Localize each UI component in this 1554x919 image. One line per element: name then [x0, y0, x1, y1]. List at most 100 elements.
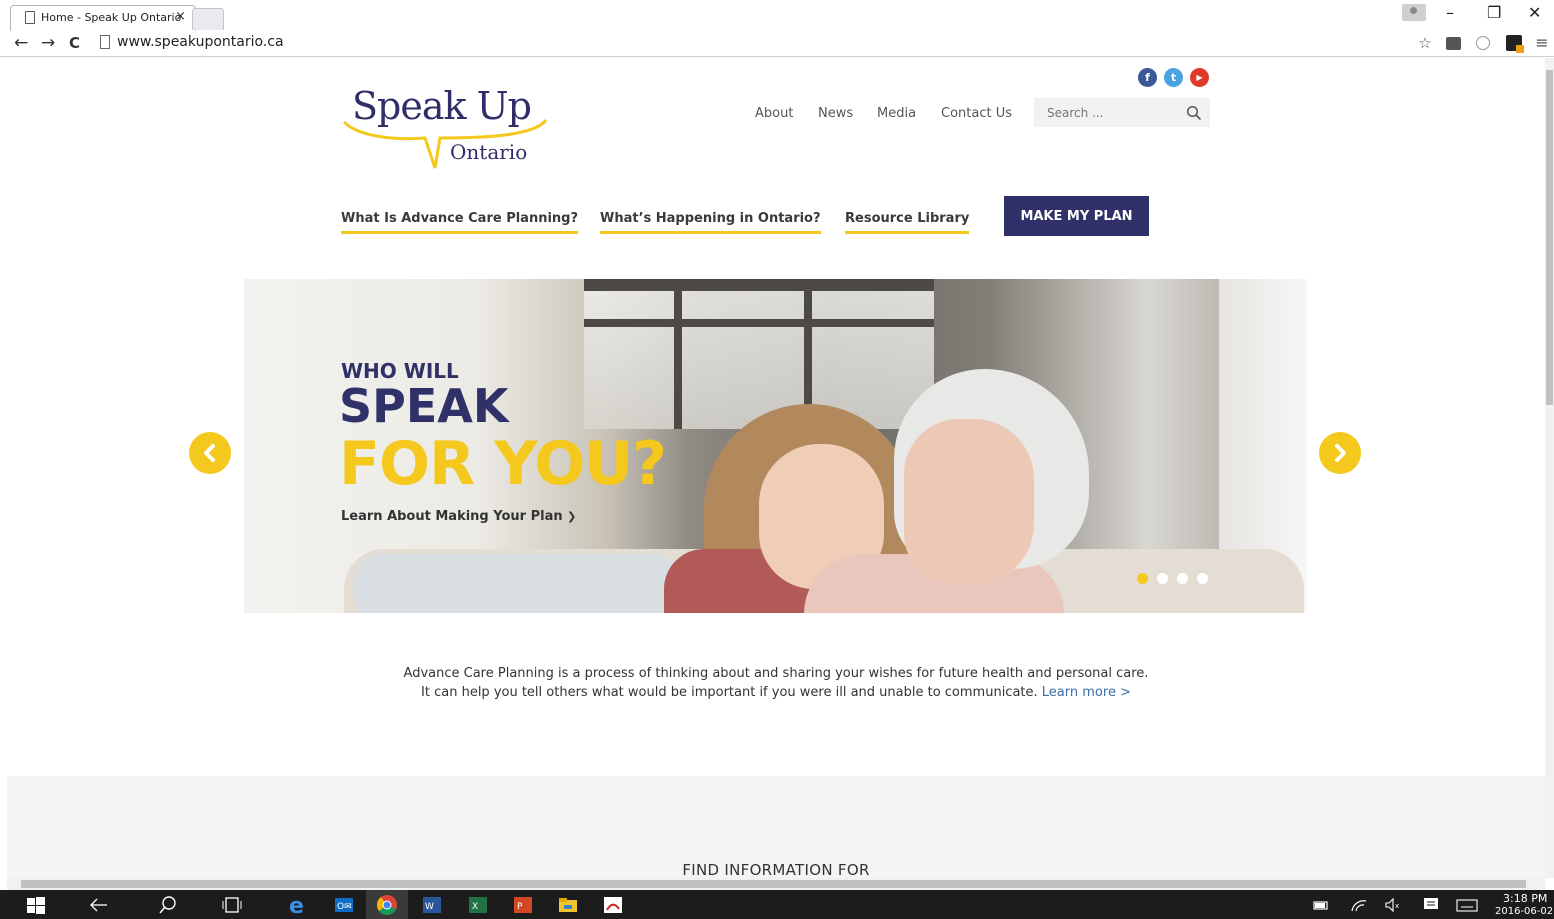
svg-text:W: W — [425, 902, 434, 912]
search-icon[interactable] — [1186, 105, 1202, 121]
facebook-glyph: f — [1145, 71, 1150, 84]
browser-tab-active[interactable]: Home - Speak Up Ontario × — [10, 5, 196, 31]
forward-button[interactable]: → — [41, 33, 55, 53]
vertical-scrollbar[interactable] — [1545, 58, 1554, 878]
file-explorer-icon[interactable] — [556, 893, 580, 917]
carousel-dot-1[interactable] — [1137, 573, 1148, 584]
powerpoint-icon[interactable]: P — [511, 893, 535, 917]
browser-menu-icon[interactable]: ≡ — [1533, 34, 1551, 52]
word-icon[interactable]: W — [420, 893, 444, 917]
user-profile-icon[interactable] — [1402, 4, 1426, 21]
chevron-right-icon: ❯ — [567, 510, 577, 523]
nav-what-is-acp[interactable]: What Is Advance Care Planning? — [341, 211, 579, 234]
search-input[interactable] — [1034, 98, 1184, 127]
intro-text: Advance Care Planning is a process of th… — [7, 664, 1545, 702]
twitter-icon[interactable]: t — [1164, 68, 1183, 87]
logo-line2: Ontario — [450, 140, 528, 164]
search-icon[interactable] — [156, 893, 180, 917]
hero-learn-link[interactable]: Learn About Making Your Plan ❯ — [341, 509, 576, 524]
nav-whats-happening[interactable]: What’s Happening in Ontario? — [600, 211, 821, 234]
hero-window-bg — [584, 279, 934, 429]
youtube-icon[interactable]: ▶ — [1190, 68, 1209, 87]
hero-window-frame-v1 — [674, 279, 682, 429]
nav-contact-us[interactable]: Contact Us — [941, 106, 1012, 121]
tab-close-button[interactable]: × — [175, 9, 186, 24]
intro-line2: It can help you tell others what would b… — [421, 685, 1038, 700]
search-box — [1034, 98, 1210, 127]
taskbar-date[interactable]: 2016-06-02 — [1495, 906, 1553, 917]
chevron-left-icon — [204, 444, 215, 462]
extension-circle-icon[interactable] — [1476, 36, 1490, 50]
restore-button[interactable]: ❐ — [1487, 3, 1501, 22]
svg-text:X: X — [472, 902, 478, 912]
volume-muted-icon[interactable]: x — [1381, 893, 1405, 917]
intro-line1: Advance Care Planning is a process of th… — [403, 666, 1149, 681]
svg-text:e: e — [289, 894, 304, 917]
make-my-plan-button[interactable]: MAKE MY PLAN — [1004, 196, 1149, 236]
extension-icon[interactable] — [1446, 37, 1461, 50]
new-tab-button[interactable] — [192, 8, 224, 30]
bookmark-star-icon[interactable]: ☆ — [1416, 34, 1434, 52]
carousel-dot-2[interactable] — [1157, 573, 1168, 584]
excel-icon[interactable]: X — [466, 893, 490, 917]
facebook-icon[interactable]: f — [1138, 68, 1157, 87]
hero-carousel: WHO WILL SPEAK FOR YOU? Learn About Maki… — [244, 279, 1307, 613]
hero-window-frame-top — [584, 279, 934, 291]
horizontal-scrollbar[interactable] — [7, 878, 1545, 890]
browser-tabstrip: Home - Speak Up Ontario × – ❐ ✕ — [0, 0, 1554, 31]
hero-headline-line3: FOR YOU? — [339, 429, 667, 499]
chevron-right-icon — [1335, 444, 1346, 462]
windows-taskbar: e O✉ W X P x 3:18 PM 2016-06-02 — [0, 890, 1554, 919]
address-bar[interactable]: www.speakupontario.ca — [95, 32, 1415, 54]
outlook-icon[interactable]: O✉ — [332, 893, 356, 917]
hero-cushion — [354, 554, 684, 613]
keyboard-icon[interactable] — [1455, 893, 1479, 917]
vertical-scroll-thumb[interactable] — [1546, 70, 1553, 405]
reload-button[interactable]: C — [69, 34, 80, 52]
taskbar-time[interactable]: 3:18 PM — [1503, 892, 1547, 905]
acrobat-icon[interactable] — [601, 893, 625, 917]
svg-text:O✉: O✉ — [337, 902, 352, 912]
page-info-icon[interactable] — [100, 35, 110, 49]
back-arrow-icon[interactable] — [87, 893, 111, 917]
battery-icon[interactable] — [1309, 893, 1333, 917]
carousel-dot-4[interactable] — [1197, 573, 1208, 584]
page-icon — [25, 11, 35, 24]
browser-toolbar: ← → C www.speakupontario.ca ☆ ≡ — [0, 31, 1554, 57]
address-url: www.speakupontario.ca — [117, 34, 284, 50]
youtube-glyph: ▶ — [1196, 73, 1203, 82]
horizontal-scroll-thumb[interactable] — [21, 880, 1526, 888]
logo-line1: Speak Up — [352, 84, 532, 128]
svg-text:x: x — [1395, 902, 1399, 910]
nav-resource-library[interactable]: Resource Library — [845, 211, 970, 234]
carousel-next-button[interactable] — [1319, 432, 1361, 474]
back-button[interactable]: ← — [14, 33, 28, 53]
chrome-icon — [377, 895, 397, 915]
hero-learn-link-label: Learn About Making Your Plan — [341, 509, 563, 524]
nav-media[interactable]: Media — [877, 106, 916, 121]
nav-about[interactable]: About — [755, 106, 793, 121]
wifi-icon[interactable] — [1347, 893, 1371, 917]
hero-window-frame-mid — [584, 319, 934, 327]
action-center-icon[interactable] — [1419, 893, 1443, 917]
twitter-glyph: t — [1170, 71, 1177, 84]
windows-start-icon[interactable] — [24, 893, 48, 917]
edge-browser-icon[interactable]: e — [286, 893, 310, 917]
speak-up-ontario-logo[interactable]: Speak Up Ontario — [340, 80, 550, 172]
hero-person-elder-face — [904, 419, 1034, 584]
intro-line2-wrap: It can help you tell others what would b… — [7, 683, 1545, 702]
hero-headline-line2: SPEAK — [339, 379, 509, 433]
nav-news[interactable]: News — [818, 106, 853, 121]
page-viewport: Speak Up Ontario f t ▶ About News Media … — [7, 58, 1545, 878]
svg-text:P: P — [517, 902, 523, 912]
close-window-button[interactable]: ✕ — [1528, 3, 1541, 22]
minimize-button[interactable]: – — [1446, 3, 1454, 22]
task-view-icon[interactable] — [220, 893, 244, 917]
tab-title: Home - Speak Up Ontario — [41, 11, 182, 24]
find-information-section: FIND INFORMATION FOR — [7, 776, 1545, 878]
chrome-taskbar-active[interactable] — [366, 890, 408, 919]
carousel-prev-button[interactable] — [189, 432, 231, 474]
learn-more-link[interactable]: Learn more > — [1042, 685, 1131, 700]
amazon-extension-icon[interactable] — [1506, 35, 1524, 53]
carousel-dot-3[interactable] — [1177, 573, 1188, 584]
